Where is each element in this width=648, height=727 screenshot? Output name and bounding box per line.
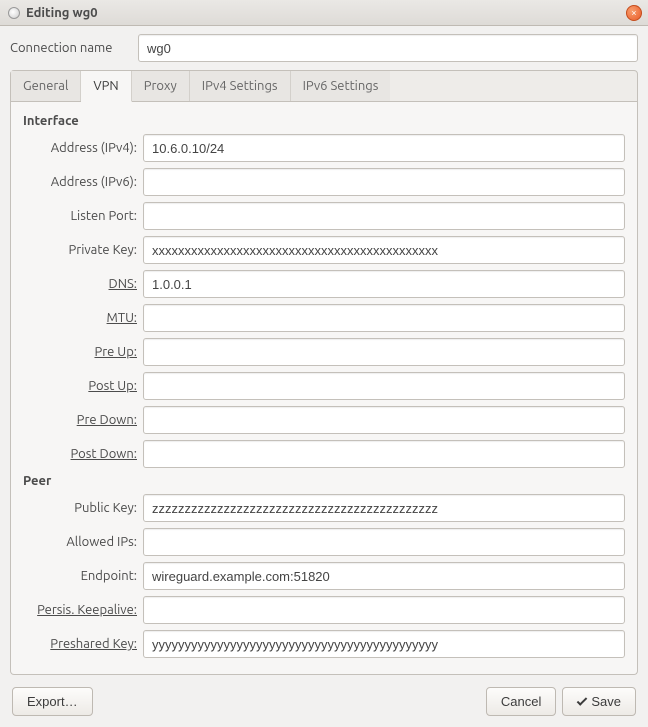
tabstrip: General VPN Proxy IPv4 Settings IPv6 Set… <box>10 70 638 102</box>
window-content: Connection name General VPN Proxy IPv4 S… <box>0 26 648 726</box>
post-up-row: Post Up: <box>23 372 625 400</box>
private-key-input[interactable] <box>143 236 625 264</box>
vpn-panel: Interface Address (IPv4): Address (IPv6)… <box>10 102 638 675</box>
allowed-ips-label: Allowed IPs: <box>23 535 143 549</box>
export-button-label: Export… <box>27 694 78 709</box>
connection-name-input[interactable] <box>138 34 638 62</box>
tab-proxy[interactable]: Proxy <box>132 71 190 101</box>
dns-label: DNS: <box>23 277 143 291</box>
save-button[interactable]: Save <box>562 687 636 716</box>
post-down-input[interactable] <box>143 440 625 468</box>
preshared-key-row: Preshared Key: <box>23 630 625 658</box>
mtu-label: MTU: <box>23 311 143 325</box>
export-button[interactable]: Export… <box>12 687 93 716</box>
private-key-label: Private Key: <box>23 243 143 257</box>
connection-name-row: Connection name <box>10 34 638 62</box>
close-icon: × <box>631 8 637 18</box>
tab-ipv4[interactable]: IPv4 Settings <box>190 71 291 101</box>
listen-port-label: Listen Port: <box>23 209 143 223</box>
dns-row: DNS: <box>23 270 625 298</box>
post-down-row: Post Down: <box>23 440 625 468</box>
titlebar: Editing wg0 × <box>0 0 648 26</box>
cancel-button[interactable]: Cancel <box>486 687 556 716</box>
preshared-key-input[interactable] <box>143 630 625 658</box>
peer-section-label: Peer <box>23 474 625 488</box>
close-button[interactable]: × <box>626 5 642 21</box>
public-key-label: Public Key: <box>23 501 143 515</box>
save-button-label: Save <box>591 694 621 709</box>
address-ipv4-label: Address (IPv4): <box>23 141 143 155</box>
check-icon <box>577 695 588 706</box>
endpoint-row: Endpoint: <box>23 562 625 590</box>
pre-down-row: Pre Down: <box>23 406 625 434</box>
app-icon <box>8 7 20 19</box>
address-ipv6-input[interactable] <box>143 168 625 196</box>
allowed-ips-input[interactable] <box>143 528 625 556</box>
address-ipv6-label: Address (IPv6): <box>23 175 143 189</box>
button-bar: Export… Cancel Save <box>10 687 638 716</box>
pre-up-input[interactable] <box>143 338 625 366</box>
keepalive-row: Persis. Keepalive: <box>23 596 625 624</box>
cancel-button-label: Cancel <box>501 694 541 709</box>
address-ipv4-row: Address (IPv4): <box>23 134 625 162</box>
listen-port-row: Listen Port: <box>23 202 625 230</box>
post-down-label: Post Down: <box>23 447 143 461</box>
dns-input[interactable] <box>143 270 625 298</box>
tab-ipv6[interactable]: IPv6 Settings <box>291 71 391 101</box>
post-up-label: Post Up: <box>23 379 143 393</box>
pre-up-row: Pre Up: <box>23 338 625 366</box>
address-ipv4-input[interactable] <box>143 134 625 162</box>
interface-section-label: Interface <box>23 114 625 128</box>
private-key-row: Private Key: <box>23 236 625 264</box>
pre-down-label: Pre Down: <box>23 413 143 427</box>
tab-vpn[interactable]: VPN <box>81 71 131 102</box>
listen-port-input[interactable] <box>143 202 625 230</box>
window-title: Editing wg0 <box>26 6 98 20</box>
tab-general[interactable]: General <box>11 71 81 101</box>
public-key-input[interactable] <box>143 494 625 522</box>
public-key-row: Public Key: <box>23 494 625 522</box>
endpoint-input[interactable] <box>143 562 625 590</box>
post-up-input[interactable] <box>143 372 625 400</box>
mtu-row: MTU: <box>23 304 625 332</box>
keepalive-label: Persis. Keepalive: <box>23 603 143 617</box>
endpoint-label: Endpoint: <box>23 569 143 583</box>
allowed-ips-row: Allowed IPs: <box>23 528 625 556</box>
address-ipv6-row: Address (IPv6): <box>23 168 625 196</box>
preshared-key-label: Preshared Key: <box>23 637 143 651</box>
mtu-input[interactable] <box>143 304 625 332</box>
keepalive-input[interactable] <box>143 596 625 624</box>
spacer <box>93 687 480 716</box>
pre-up-label: Pre Up: <box>23 345 143 359</box>
connection-name-label: Connection name <box>10 41 138 55</box>
pre-down-input[interactable] <box>143 406 625 434</box>
